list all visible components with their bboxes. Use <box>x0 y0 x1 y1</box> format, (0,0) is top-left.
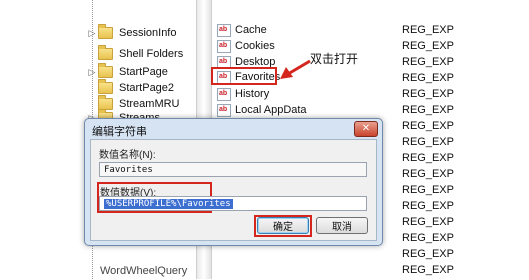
folder-icon <box>98 79 113 94</box>
value-data-input[interactable]: %USERPROFILE%\Favorites <box>99 196 367 211</box>
value-name-field[interactable]: Favorites <box>99 162 367 177</box>
tree-item-label: WordWheelQuery <box>100 265 188 277</box>
value-type: REG_EXP <box>402 184 454 196</box>
string-value-icon <box>217 103 231 117</box>
close-icon[interactable]: ✕ <box>354 121 378 137</box>
value-name: Cache <box>235 24 267 36</box>
dialog-title: 编辑字符串 <box>92 126 147 138</box>
value-type: REG_EXP <box>402 168 454 180</box>
value-type: REG_EXP <box>402 248 454 260</box>
favorites-highlight-box <box>211 67 277 85</box>
tree-item-label: StartPage <box>119 66 168 78</box>
value-data-selected-text: %USERPROFILE%\Favorites <box>104 198 233 209</box>
value-name-label: 数值名称(N): <box>99 150 156 161</box>
string-value-icon <box>217 87 231 101</box>
value-row-cookies[interactable]: Cookies <box>217 38 275 54</box>
tree-item-label: SessionInfo <box>119 27 177 39</box>
annotation-double-click: 双击打开 <box>310 52 359 66</box>
folder-icon <box>98 63 113 78</box>
tree-item-partial[interactable]: WordWheelQuery <box>100 262 187 280</box>
expand-icon[interactable]: ▷ <box>88 28 96 39</box>
value-row-cache[interactable]: Cache <box>217 22 267 38</box>
edit-string-dialog: 编辑字符串 ✕ 数值名称(N): Favorites 数值数据(V): %USE… <box>84 118 383 246</box>
ok-button[interactable]: 确定 <box>257 217 309 234</box>
tree-item-shell-folders[interactable]: Shell Folders <box>88 45 183 63</box>
expand-icon[interactable]: ▷ <box>88 67 96 78</box>
string-value-icon <box>217 23 231 37</box>
value-type: REG_EXP <box>402 200 454 212</box>
value-row-local-appdata[interactable]: Local AppData <box>217 102 307 118</box>
value-type: REG_EXP <box>402 56 454 68</box>
value-type: REG_EXP <box>402 136 454 148</box>
value-type: REG_EXP <box>402 72 454 84</box>
value-name: Cookies <box>235 40 275 52</box>
cancel-button[interactable]: 取消 <box>316 217 368 234</box>
value-type: REG_EXP <box>402 104 454 116</box>
folder-icon <box>98 24 113 39</box>
value-type: REG_EXP <box>402 152 454 164</box>
dialog-body: 数值名称(N): Favorites 数值数据(V): %USERPROFILE… <box>90 139 377 241</box>
value-type: REG_EXP <box>402 24 454 36</box>
value-type: REG_EXP <box>402 264 454 276</box>
string-value-icon <box>217 39 231 53</box>
value-name: Local AppData <box>235 104 307 116</box>
tree-item-label: Shell Folders <box>119 48 184 60</box>
value-type: REG_EXP <box>402 216 454 228</box>
value-type: REG_EXP <box>402 232 454 244</box>
value-type: REG_EXP <box>402 88 454 100</box>
value-name: History <box>235 88 270 100</box>
tree-item-sessioninfo[interactable]: ▷ SessionInfo <box>88 24 176 42</box>
value-type: REG_EXP <box>402 120 454 132</box>
value-row-history[interactable]: History <box>217 86 269 102</box>
folder-icon <box>98 45 113 60</box>
tree-item-label: StartPage2 <box>119 82 175 94</box>
value-type: REG_EXP <box>402 40 454 52</box>
red-arrow-icon <box>280 59 311 79</box>
